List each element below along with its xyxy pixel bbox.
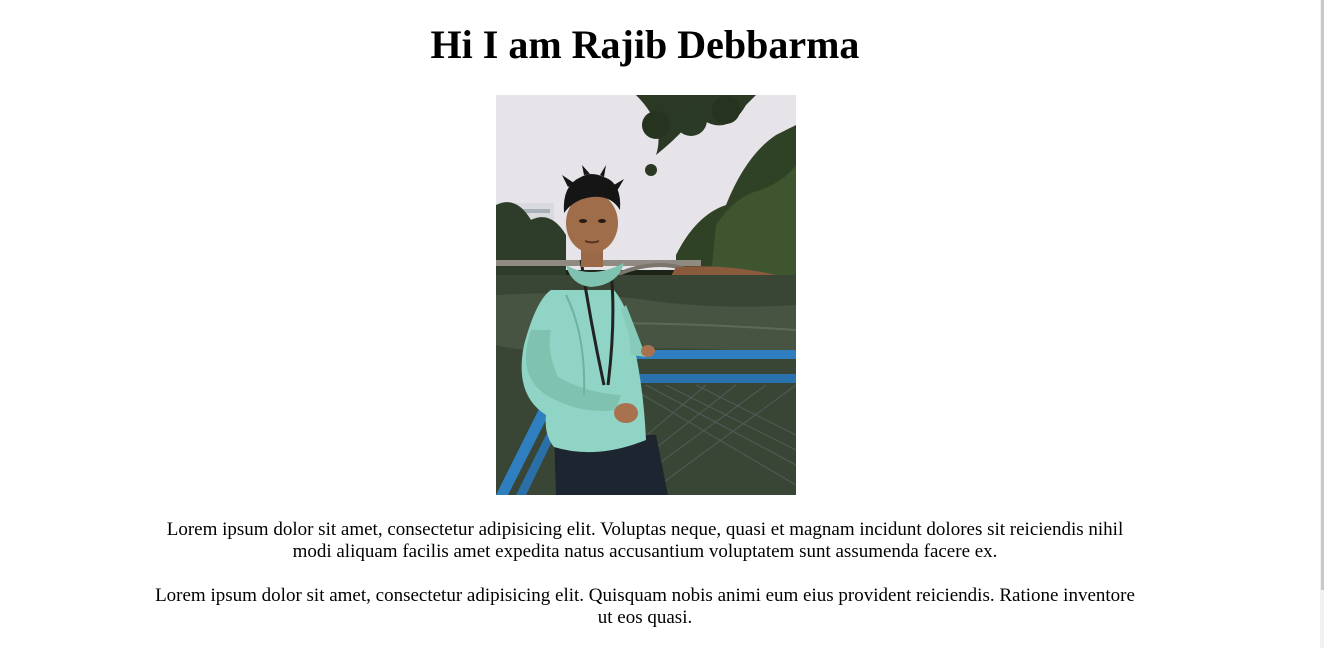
profile-photo (496, 95, 796, 495)
vertical-scrollbar[interactable] (1320, 0, 1324, 648)
intro-paragraph-1: Lorem ipsum dolor sit amet, consectetur … (166, 519, 1124, 562)
page-title: Hi I am Rajib Debbarma (430, 22, 860, 67)
intro-paragraph-2: Lorem ipsum dolor sit amet, consectetur … (155, 585, 1135, 628)
